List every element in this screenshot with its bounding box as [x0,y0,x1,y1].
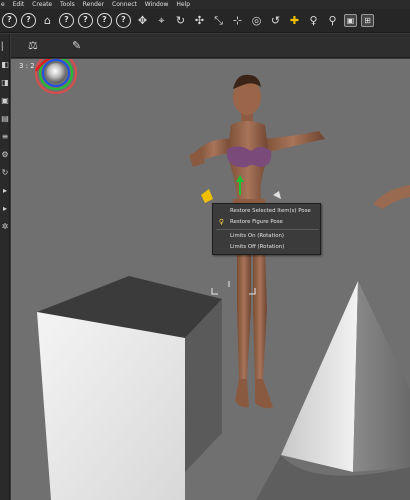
node-select-icon[interactable]: ⌖ [154,13,169,28]
daz-studio-window: e Edit Create Tools Render Connect Windo… [0,0,410,500]
translate-gizmo-icon[interactable]: ✚ [287,13,302,28]
save-icon[interactable]: ▣ [0,96,10,106]
bone-icon[interactable]: ⚲ [325,13,340,28]
menu-window[interactable]: Window [142,0,172,9]
tab-icon[interactable]: ◨ [0,78,10,88]
question-icon[interactable]: ? [97,13,112,28]
menu-item-label: Limits Off (Rotation) [230,244,285,250]
list-icon[interactable]: ≡ [0,132,10,142]
universal-tool-icon[interactable]: ✥ [135,13,150,28]
menu-item-label: Restore Selected Item(s) Pose [230,208,311,214]
menu-file[interactable]: e [0,0,8,9]
menu-item-label: Restore Figure Pose [230,219,283,225]
left-tool-strip: ▏ ◧ ◨ ▣ ▤ ≡ ⚙ ↻ ▸ ▸ ✲ [0,34,10,500]
pin-icon[interactable]: ✎ [72,39,81,53]
surface-selection-icon[interactable]: ◎ [249,13,264,28]
pose-tool-icon[interactable]: ⚖ [28,39,38,53]
menu-item-restore-selected-pose[interactable]: Restore Selected Item(s) Pose [213,206,320,217]
camera-cube-icon[interactable]: ▣ [344,14,357,27]
cube-front[interactable] [37,312,185,500]
menu-tools[interactable]: Tools [57,0,78,9]
question-icon[interactable]: ? [59,13,74,28]
active-pose-icon[interactable]: ↺ [268,13,283,28]
menu-item-limits-off-rotation[interactable]: Limits Off (Rotation) [213,242,320,253]
joint-editor-icon[interactable]: ⊹ [230,13,245,28]
pin-icon[interactable]: ▏ [0,42,10,52]
menu-help[interactable]: Help [173,0,193,9]
figure-pose-icon: ♀ [218,218,225,226]
scene-canvas [11,59,410,500]
viewport-aspect-label: 3 : 2 [19,62,35,70]
menu-item-restore-figure-pose[interactable]: ♀ Restore Figure Pose [213,217,320,228]
viewport-header: ⚖ ✎ [11,34,410,58]
refresh-icon[interactable]: ↻ [0,168,10,178]
translate-tool-icon[interactable]: ✣ [192,13,207,28]
pointer-icon[interactable]: ▸ [0,204,10,214]
menu-item-label: Limits On (Rotation) [230,233,285,239]
rotate-tool-icon[interactable]: ↻ [173,13,188,28]
menu-divider [216,229,319,230]
figure-icon[interactable]: ♀ [306,13,321,28]
arrow-icon[interactable]: ▸ [0,186,10,196]
scale-tool-icon[interactable]: ⤡ [211,13,226,28]
menu-render[interactable]: Render [80,0,107,9]
question-icon[interactable]: ? [2,13,17,28]
region-nav-icon[interactable]: ⊞ [361,14,374,27]
settings-icon[interactable]: ⚙ [0,150,10,160]
main-toolbar: ? ? ⌂ ? ? ? ? ✥ ⌖ ↻ ✣ ⤡ ⊹ ◎ ↺ ✚ ♀ ⚲ ▣ ⊞ [0,9,410,33]
home-icon[interactable]: ⌂ [40,13,55,28]
context-menu: Restore Selected Item(s) Pose ♀ Restore … [212,203,321,255]
menu-edit[interactable]: Edit [10,0,28,9]
menu-bar: e Edit Create Tools Render Connect Windo… [0,0,410,9]
3d-viewport[interactable]: 3 : 2 [11,59,410,500]
menu-create[interactable]: Create [29,0,55,9]
question-icon[interactable]: ? [78,13,93,28]
menu-item-limits-on-rotation[interactable]: Limits On (Rotation) [213,231,320,242]
document-icon[interactable]: ▤ [0,114,10,124]
tab-icon[interactable]: ◧ [0,60,10,70]
gear-icon[interactable]: ✲ [0,222,10,232]
question-icon[interactable]: ? [21,13,36,28]
menu-connect[interactable]: Connect [109,0,140,9]
question-icon[interactable]: ? [116,13,131,28]
